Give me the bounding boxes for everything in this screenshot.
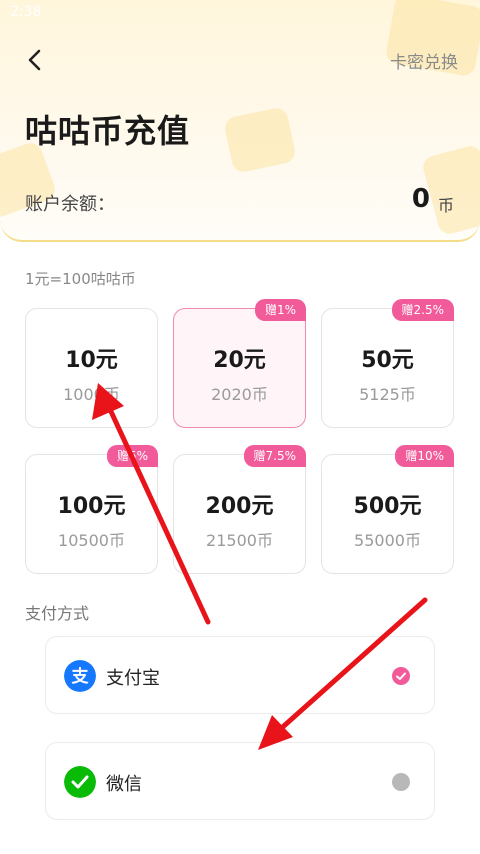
option-price: 20元: [213, 348, 266, 373]
option-price: 500元: [353, 494, 422, 519]
recharge-option-10[interactable]: 10元 1000币: [25, 308, 158, 428]
option-price: 50元: [361, 348, 414, 373]
option-coins: 1000币: [63, 385, 120, 404]
alipay-icon: 支: [64, 660, 96, 692]
option-price: 10元: [65, 348, 118, 373]
payment-method-heading: 支付方式: [25, 604, 90, 623]
balance-label: 账户余额：: [25, 194, 115, 215]
option-coins: 55000币: [354, 531, 421, 550]
wechat-icon: [64, 766, 96, 798]
svg-text:支: 支: [72, 666, 90, 687]
recharge-option-50[interactable]: 赠2.5% 50元 5125币: [321, 299, 454, 428]
status-time: 2:38: [10, 4, 42, 20]
back-arrow-icon[interactable]: [22, 46, 50, 74]
payment-name: 微信: [106, 774, 142, 795]
payment-option-alipay[interactable]: 支 支付宝: [45, 636, 435, 714]
selected-check-icon[interactable]: [392, 667, 410, 685]
bonus-badge: 赠2.5%: [391, 299, 454, 321]
balance-value: 0: [411, 184, 430, 214]
bonus-badge: 赠10%: [395, 445, 454, 467]
payment-name: 支付宝: [106, 668, 160, 689]
unselected-radio-icon[interactable]: [392, 773, 410, 791]
balance-unit: 币: [437, 196, 454, 215]
page-title: 咕咕币充值: [25, 112, 191, 150]
recharge-option-20[interactable]: 赠1% 20元 2020币: [173, 299, 306, 428]
bonus-badge: 赠5%: [106, 445, 158, 467]
bonus-badge: 赠7.5%: [243, 445, 306, 467]
recharge-option-500[interactable]: 赠10% 500元 55000币: [321, 445, 454, 574]
bonus-badge: 赠1%: [254, 299, 306, 321]
option-coins: 21500币: [206, 531, 273, 550]
recharge-option-200[interactable]: 赠7.5% 200元 21500币: [173, 445, 306, 574]
option-price: 200元: [205, 494, 274, 519]
option-price: 100元: [57, 494, 126, 519]
recharge-option-100[interactable]: 赠5% 100元 10500币: [25, 445, 158, 574]
card-redeem-link[interactable]: 卡密兑换: [390, 48, 458, 73]
option-coins: 5125币: [359, 385, 416, 404]
option-coins: 2020币: [211, 385, 268, 404]
payment-option-wechat[interactable]: 微信: [45, 742, 435, 820]
header-panel: 2:38 卡密兑换 咕咕币充值 账户余额： 0 币: [0, 0, 480, 242]
option-coins: 10500币: [58, 531, 125, 550]
coin-decoration: [222, 105, 298, 175]
exchange-rate-note: 1元=100咕咕币: [25, 270, 136, 288]
